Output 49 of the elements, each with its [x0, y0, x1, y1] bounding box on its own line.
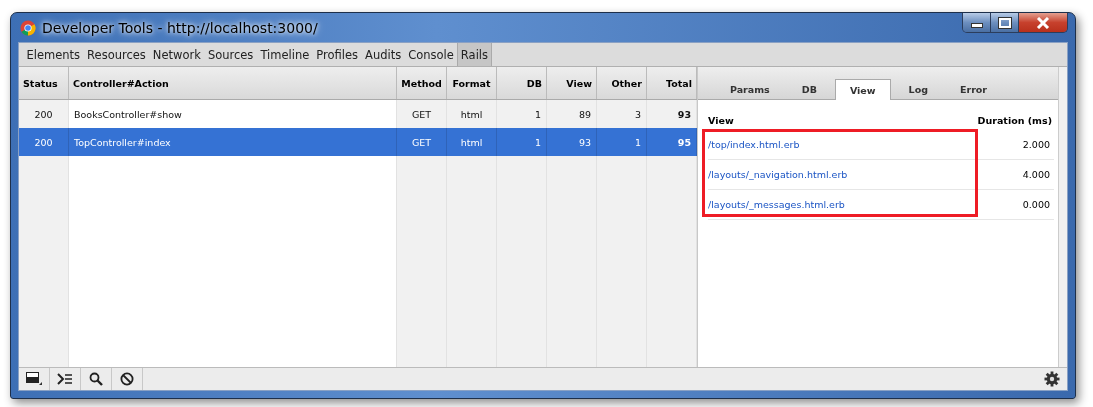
- browser-logo-icon: [20, 19, 36, 36]
- panel-tab[interactable]: Network: [149, 43, 205, 66]
- column-header[interactable]: View: [547, 67, 597, 99]
- search-icon: [89, 372, 103, 386]
- panel-tab[interactable]: Resources: [83, 43, 150, 66]
- minimize-button[interactable]: [963, 13, 991, 32]
- column-header: View: [708, 114, 734, 126]
- column-header[interactable]: Method: [397, 67, 447, 99]
- panel-tab[interactable]: Sources: [204, 43, 257, 66]
- panel-tab[interactable]: Rails: [457, 43, 492, 66]
- column-header[interactable]: Controller#Action: [69, 67, 397, 99]
- panel-tab[interactable]: Profiles: [312, 43, 362, 66]
- view-link[interactable]: /layouts/_messages.html.erb: [708, 199, 845, 210]
- request-row[interactable]: 200 BooksController#show GET html 1 89 3 93: [19, 100, 697, 128]
- table-cell: 200: [19, 100, 69, 128]
- view-link[interactable]: /layouts/_navigation.html.erb: [708, 169, 848, 180]
- window-title: Developer Tools - http://localhost:3000/: [42, 19, 318, 36]
- table-cell: 93: [647, 100, 697, 128]
- close-button[interactable]: [1019, 13, 1067, 32]
- detail-tab[interactable]: Error: [946, 79, 1002, 99]
- duration-cell: 0.000: [1022, 199, 1050, 210]
- table-cell: GET: [397, 100, 447, 128]
- close-icon: [1036, 16, 1050, 29]
- duration-cell: 4.000: [1022, 169, 1050, 180]
- detail-tab[interactable]: Log: [894, 79, 942, 99]
- panel-tab[interactable]: Audits: [361, 43, 405, 66]
- detail-tab[interactable]: View: [834, 79, 891, 100]
- panel-tab[interactable]: Elements: [23, 43, 84, 66]
- table-cell: 1: [497, 100, 547, 128]
- settings-icon: [1043, 371, 1060, 387]
- detail-tab[interactable]: DB: [787, 79, 831, 99]
- duration-cell: 2.000: [1022, 139, 1050, 150]
- column-header[interactable]: DB: [497, 67, 547, 99]
- detail-tab[interactable]: Params: [716, 79, 784, 99]
- column-header[interactable]: Other: [597, 67, 647, 99]
- console-icon: [57, 373, 73, 385]
- clear-icon: [120, 372, 134, 386]
- column-header[interactable]: Format: [447, 67, 497, 99]
- dock-icon: [26, 372, 42, 386]
- column-header[interactable]: Total: [647, 67, 697, 99]
- table-cell: 3: [597, 100, 647, 128]
- panel-tab[interactable]: Console: [404, 43, 458, 66]
- column-header: Duration (ms): [977, 114, 1052, 126]
- table-cell: 89: [547, 100, 597, 128]
- panel-tab[interactable]: Timeline: [256, 43, 313, 66]
- maximize-button[interactable]: [991, 13, 1019, 32]
- table-cell: html: [447, 100, 497, 128]
- view-link[interactable]: /top/index.html.erb: [708, 139, 800, 150]
- column-header[interactable]: Status: [19, 67, 69, 99]
